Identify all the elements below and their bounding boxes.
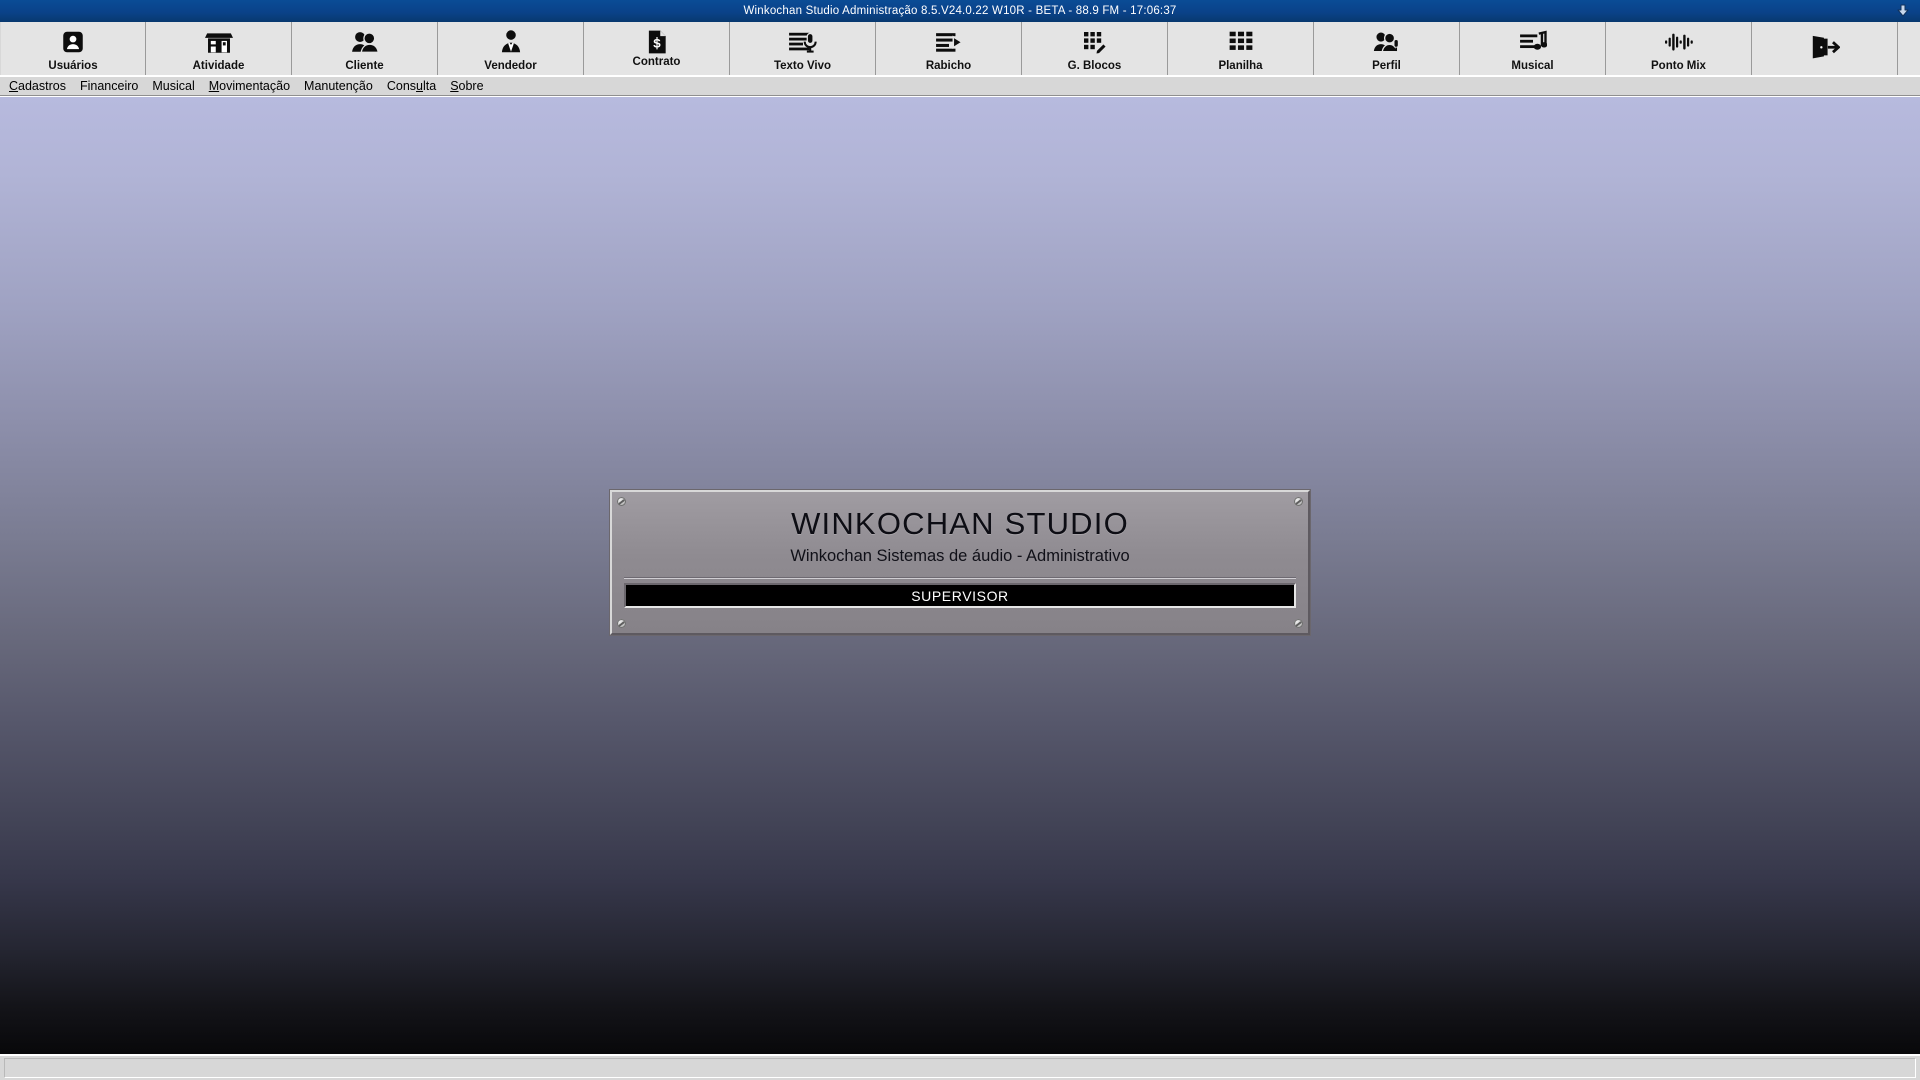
application-window: Winkochan Studio Administração 8.5.V24.0…	[0, 0, 1920, 1080]
toolbar-button-atividade[interactable]: Atividade	[146, 22, 292, 75]
screw-icon	[1294, 619, 1303, 628]
waveform-icon	[1664, 27, 1694, 57]
status-bar-text	[4, 1058, 1916, 1078]
toolbar-button-planilha[interactable]: Planilha	[1168, 22, 1314, 75]
screw-icon	[617, 619, 626, 628]
toolbar-button-rabicho[interactable]: Rabicho	[876, 22, 1022, 75]
window-title: Winkochan Studio Administração 8.5.V24.0…	[743, 5, 1177, 17]
toolbar-button-usuarios[interactable]: Usuários	[0, 22, 146, 75]
person-tie-icon	[499, 27, 523, 57]
toolbar-button-contrato[interactable]: S Contrato	[584, 22, 730, 75]
menu-item-consulta[interactable]: Consulta	[380, 77, 443, 95]
toolbar-button-label: Musical	[1511, 60, 1554, 72]
toolbar-button-label: Atividade	[192, 60, 245, 72]
toolbar-button-label: Contrato	[632, 56, 681, 68]
status-bar	[0, 1054, 1920, 1080]
toolbar-button-vendedor[interactable]: Vendedor	[438, 22, 584, 75]
main-toolbar: Usuários Atividade Cliente Vendedor S Co…	[0, 22, 1920, 76]
lines-microphone-icon	[788, 27, 818, 57]
toolbar-button-label: Texto Vivo	[773, 60, 832, 72]
blocks-pencil-icon	[1081, 27, 1109, 57]
grid-icon	[1228, 27, 1254, 57]
toolbar-button-cliente[interactable]: Cliente	[292, 22, 438, 75]
toolbar-button-label: Perfil	[1372, 60, 1401, 72]
menu-item-movimentacao[interactable]: Movimentação	[202, 77, 297, 95]
exit-door-icon	[1810, 32, 1840, 62]
toolbar-button-label: Vendedor	[484, 60, 537, 72]
toolbar-button-label: Cliente	[345, 60, 384, 72]
lines-music-note-icon	[1519, 27, 1547, 57]
lines-play-icon	[935, 27, 963, 57]
mdi-desktop-area: WINKOCHAN STUDIO Winkochan Sistemas de á…	[0, 96, 1920, 1054]
people-mic-icon	[1373, 27, 1401, 57]
toolbar-button-label: Usuários	[48, 60, 98, 72]
supervisor-panel: WINKOCHAN STUDIO Winkochan Sistemas de á…	[610, 490, 1310, 635]
supervisor-field-value: SUPERVISOR	[911, 587, 1009, 604]
menu-item-sobre[interactable]: Sobre	[443, 77, 490, 95]
toolbar-button-musical[interactable]: Musical	[1460, 22, 1606, 75]
menu-item-musical[interactable]: Musical	[145, 77, 201, 95]
storefront-icon	[204, 27, 233, 57]
toolbar-button-label: Ponto Mix	[1651, 60, 1706, 72]
toolbar-button-g-blocos[interactable]: G. Blocos	[1022, 22, 1168, 75]
toolbar-button-exit[interactable]	[1752, 22, 1898, 75]
toolbar-filler	[1898, 22, 1920, 75]
toolbar-button-texto-vivo[interactable]: Texto Vivo	[730, 22, 876, 75]
toolbar-button-ponto-mix[interactable]: Ponto Mix	[1606, 22, 1752, 75]
panel-subtitle: Winkochan Sistemas de áudio - Administra…	[790, 547, 1130, 565]
user-badge-icon	[60, 27, 86, 57]
menu-item-manutencao[interactable]: Manutenção	[297, 77, 380, 95]
screw-icon	[1294, 497, 1303, 506]
toolbar-button-label: Rabicho	[925, 60, 972, 72]
two-people-icon	[351, 27, 379, 57]
supervisor-field[interactable]: SUPERVISOR	[624, 583, 1296, 608]
document-money-icon: S	[646, 27, 668, 57]
toolbar-button-perfil[interactable]: Perfil	[1314, 22, 1460, 75]
title-bar: Winkochan Studio Administração 8.5.V24.0…	[0, 0, 1920, 22]
title-bar-controls	[1890, 0, 1916, 22]
menu-bar: Cadastros Financeiro Musical Movimentaçã…	[0, 76, 1920, 96]
panel-divider	[624, 577, 1296, 579]
menu-item-financeiro[interactable]: Financeiro	[73, 77, 145, 95]
panel-title: WINKOCHAN STUDIO	[791, 506, 1129, 541]
toolbar-button-label: Planilha	[1218, 60, 1263, 72]
toolbar-button-label: G. Blocos	[1067, 60, 1122, 72]
down-arrow-icon[interactable]	[1890, 1, 1916, 21]
screw-icon	[617, 497, 626, 506]
menu-item-cadastros[interactable]: Cadastros	[2, 77, 73, 95]
